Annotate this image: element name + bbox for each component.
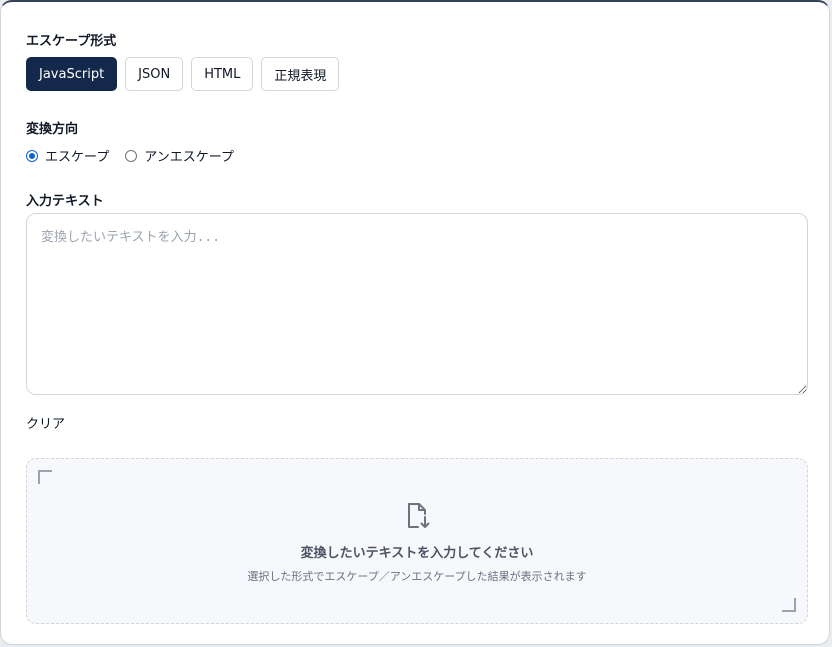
- format-html-button[interactable]: HTML: [191, 57, 254, 91]
- input-label: 入力テキスト: [26, 194, 104, 209]
- corner-top-left-mark: [38, 470, 52, 484]
- corner-bottom-right-mark: [782, 598, 796, 612]
- format-javascript-button[interactable]: JavaScript: [26, 57, 118, 91]
- result-panel: 変換したいテキストを入力してください 選択した形式でエスケープ／アンエスケープし…: [26, 458, 808, 624]
- clear-button[interactable]: クリア: [26, 413, 65, 432]
- escape-radio[interactable]: [26, 149, 38, 162]
- file-download-icon: [408, 503, 430, 528]
- format-button-group: JavaScript JSON HTML 正規表現: [26, 57, 340, 91]
- direction-radio-group: エスケープ アンエスケープ: [26, 146, 250, 165]
- direction-label: 変換方向: [26, 122, 79, 137]
- input-textarea[interactable]: [26, 213, 808, 395]
- direction-escape-option[interactable]: エスケープ: [26, 146, 109, 165]
- format-json-button[interactable]: JSON: [125, 57, 184, 91]
- direction-unescape-option[interactable]: アンエスケープ: [125, 146, 234, 165]
- empty-state-title: 変換したいテキストを入力してください: [300, 546, 534, 561]
- empty-state-subtitle: 選択した形式でエスケープ／アンエスケープした結果が表示されます: [247, 570, 587, 583]
- escape-radio-label: エスケープ: [45, 150, 110, 165]
- format-label: エスケープ形式: [26, 34, 117, 49]
- format-regex-button[interactable]: 正規表現: [261, 57, 340, 91]
- unescape-radio[interactable]: [125, 149, 138, 162]
- escape-tool-card: エスケープ形式 JavaScript JSON HTML 正規表現 変換方向 エ…: [0, 0, 830, 645]
- unescape-radio-label: アンエスケープ: [144, 150, 234, 165]
